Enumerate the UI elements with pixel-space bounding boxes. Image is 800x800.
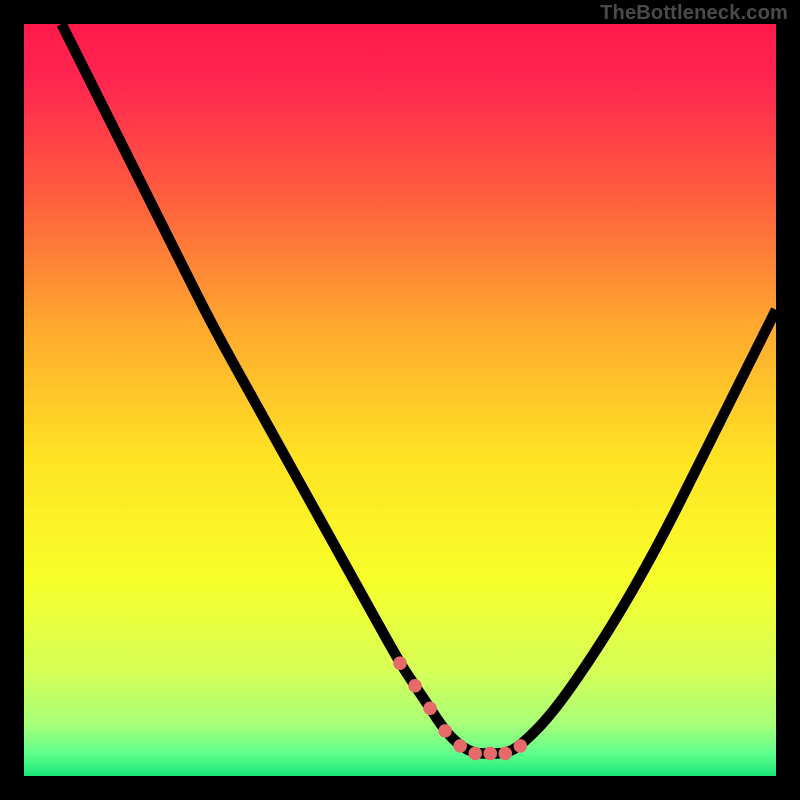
watermark-text: TheBottleneck.com xyxy=(600,2,788,25)
valley-marker xyxy=(468,747,482,761)
valley-marker xyxy=(514,739,528,753)
valley-marker xyxy=(393,656,407,670)
chart-frame: TheBottleneck.com xyxy=(0,0,800,800)
valley-marker xyxy=(423,702,437,716)
valley-marker xyxy=(499,747,513,761)
valley-marker xyxy=(438,724,452,738)
valley-marker xyxy=(453,739,467,753)
chart-plot xyxy=(24,24,776,776)
valley-marker xyxy=(483,747,497,761)
valley-marker xyxy=(408,679,422,693)
